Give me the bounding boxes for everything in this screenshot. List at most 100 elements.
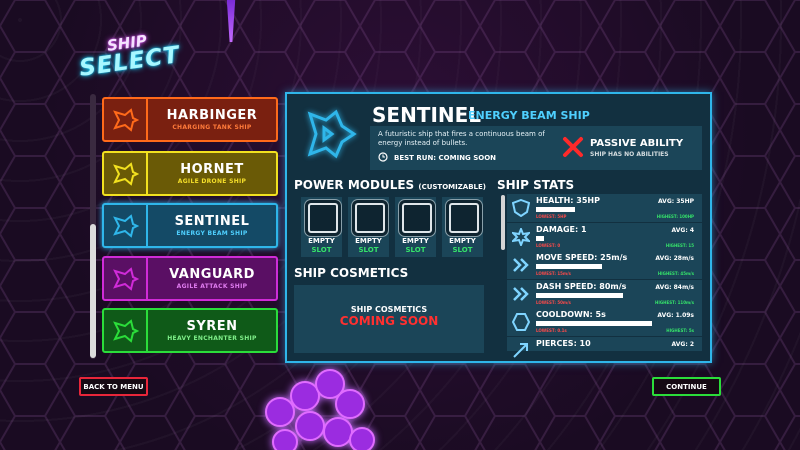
detail-ship-name: SENTINEL [372, 103, 482, 127]
vanguard-ship-icon [104, 258, 148, 299]
ship-list-scroll-thumb[interactable] [90, 224, 96, 358]
ship-card-text: SYREN HEAVY ENCHANTER SHIP [148, 310, 276, 351]
ship-card-vanguard[interactable]: VANGUARD AGILE ATTACK SHIP [102, 256, 278, 301]
slot-line-1: EMPTY [355, 237, 382, 245]
stat-row: COOLDOWN: 5s AVG: 1.09s LOWEST: 0.1s HIGHES… [507, 308, 702, 336]
chevrons-icon [513, 286, 529, 301]
stat-label: MOVE SPEED: 25m/s [536, 253, 628, 262]
best-run: BEST RUN: COMING SOON [394, 154, 497, 162]
stats-scroll-thumb[interactable] [501, 195, 505, 250]
stat-row: DAMAGE: 1 AVG: 4 LOWEST: 0 HIGHEST: 15 [507, 222, 702, 251]
continue-button[interactable]: CONTINUE [652, 377, 721, 396]
stat-row: DASH SPEED: 80m/s AVG: 84m/s LOWEST: 50m/s… [507, 279, 702, 308]
stat-row: HEALTH: 35HP AVG: 35HP LOWEST: 5HP HIGHEST:… [507, 194, 702, 222]
stat-label: COOLDOWN: 5s [536, 310, 606, 319]
burst-icon [512, 227, 530, 246]
enemy-orbs [265, 369, 375, 450]
slot-line-2: SLOT [311, 246, 332, 254]
ship-card-subtitle: AGILE DRONE SHIP [177, 178, 247, 185]
stat-label: DAMAGE: 1 [536, 224, 587, 234]
ship-card-subtitle: CHARGING TANK SHIP [172, 124, 252, 131]
passive-ability-subtitle: SHIP HAS NO ABILITIES [590, 151, 669, 158]
slot-frame-icon [402, 203, 432, 233]
sentinel-ship-icon [104, 205, 148, 246]
power-module-slot[interactable]: EMPTY SLOT [442, 197, 483, 257]
stat-highest: HIGHEST: 15 [665, 242, 694, 248]
ship-card-hornet[interactable]: HORNET AGILE DRONE SHIP [102, 151, 278, 196]
stat-highest: HIGHEST: 45m/s [657, 271, 694, 276]
slot-line-1: EMPTY [449, 237, 476, 245]
stat-average: AVG: 28m/s [655, 255, 694, 262]
arrow-icon [513, 342, 528, 358]
cosmetics-label: SHIP COSMETICS [350, 305, 428, 314]
stat-bar [536, 321, 652, 326]
power-module-slot[interactable]: EMPTY SLOT [301, 197, 342, 257]
slot-frame-icon [355, 203, 385, 233]
sentinel-ship-icon [307, 109, 357, 159]
stat-lowest: LOWEST: 5HP [536, 214, 567, 219]
ship-card-name: SENTINEL [174, 214, 250, 229]
hexagon-icon [512, 313, 530, 331]
harbinger-ship-icon [104, 99, 148, 140]
slot-frame-icon [449, 203, 479, 233]
ship-card-text: HORNET AGILE DRONE SHIP [148, 153, 276, 194]
stat-average: AVG: 2 [671, 340, 694, 348]
clock-icon [378, 152, 388, 162]
shield-icon [512, 199, 530, 217]
ship-card-name: SYREN [186, 319, 238, 334]
slot-line-2: SLOT [452, 246, 473, 254]
stat-average: AVG: 35HP [657, 198, 694, 205]
slot-line-2: SLOT [405, 246, 426, 254]
ship-card-name: HORNET [180, 162, 244, 177]
power-modules-note: (CUSTOMIZABLE) [418, 183, 487, 191]
x-mark-icon [563, 137, 583, 157]
back-to-menu-button[interactable]: BACK TO MENU [79, 377, 148, 396]
ship-card-text: SENTINEL ENERGY BEAM SHIP [148, 205, 276, 246]
power-modules-title: POWER MODULES (CUSTOMIZABLE) [294, 178, 486, 192]
stat-row: PIERCES: 10 AVG: 2 [507, 336, 702, 358]
passive-ability-title: PASSIVE ABILITY [590, 138, 684, 149]
stat-average: AVG: 4 [671, 226, 694, 234]
syren-ship-icon [104, 310, 148, 351]
power-module-slot[interactable]: EMPTY SLOT [348, 197, 389, 257]
stat-label: DASH SPEED: 80m/s [536, 281, 627, 291]
stat-label: HEALTH: 35HP [536, 196, 600, 205]
ship-card-text: HARBINGER CHARGING TANK SHIP [148, 99, 276, 140]
stat-highest: HIGHEST: 110m/s [655, 299, 694, 305]
stat-bar [536, 207, 575, 212]
ship-card-sentinel[interactable]: SENTINEL ENERGY BEAM SHIP [102, 203, 278, 248]
stat-highest: HIGHEST: 100HP [656, 214, 694, 219]
chevrons-icon [513, 258, 529, 272]
hornet-ship-icon [104, 153, 148, 194]
stat-bar [536, 235, 544, 241]
stat-lowest: LOWEST: 0 [536, 242, 561, 248]
slot-frame-icon [308, 203, 338, 233]
ship-card-name: HARBINGER [166, 108, 258, 123]
ship-card-subtitle: AGILE ATTACK SHIP [176, 283, 248, 290]
stat-lowest: LOWEST: 50m/s [536, 299, 571, 305]
stat-bar [536, 264, 602, 269]
slot-line-1: EMPTY [402, 237, 429, 245]
ship-cosmetics-title: SHIP COSMETICS [294, 266, 409, 280]
ship-card-harbinger[interactable]: HARBINGER CHARGING TANK SHIP [102, 97, 278, 142]
slot-line-1: EMPTY [308, 237, 335, 245]
power-modules-label: POWER MODULES [294, 178, 415, 192]
ship-card-subtitle: HEAVY ENCHANTER SHIP [167, 335, 257, 342]
stat-lowest: LOWEST: 0.1s [536, 328, 567, 333]
ship-card-syren[interactable]: SYREN HEAVY ENCHANTER SHIP [102, 308, 278, 353]
ship-stats-title: SHIP STATS [497, 178, 575, 192]
stat-lowest: LOWEST: 15m/s [536, 271, 571, 276]
ship-description: A futuristic ship that fires a continuou… [378, 130, 545, 147]
stat-average: AVG: 84m/s [655, 283, 694, 291]
stat-average: AVG: 1.09s [657, 312, 694, 319]
ship-card-text: VANGUARD AGILE ATTACK SHIP [148, 258, 276, 299]
stat-highest: HIGHEST: 5s [666, 328, 694, 333]
ship-card-subtitle: ENERGY BEAM SHIP [176, 230, 248, 237]
stat-label: PIERCES: 10 [536, 338, 591, 348]
ship-card-name: VANGUARD [169, 267, 255, 282]
slot-line-2: SLOT [358, 246, 379, 254]
detail-ship-subtitle: ENERGY BEAM SHIP [468, 109, 590, 122]
stat-bar [536, 292, 623, 298]
stat-row: MOVE SPEED: 25m/s AVG: 28m/s LOWEST: 15m/s… [507, 251, 702, 279]
power-module-slot[interactable]: EMPTY SLOT [395, 197, 436, 257]
